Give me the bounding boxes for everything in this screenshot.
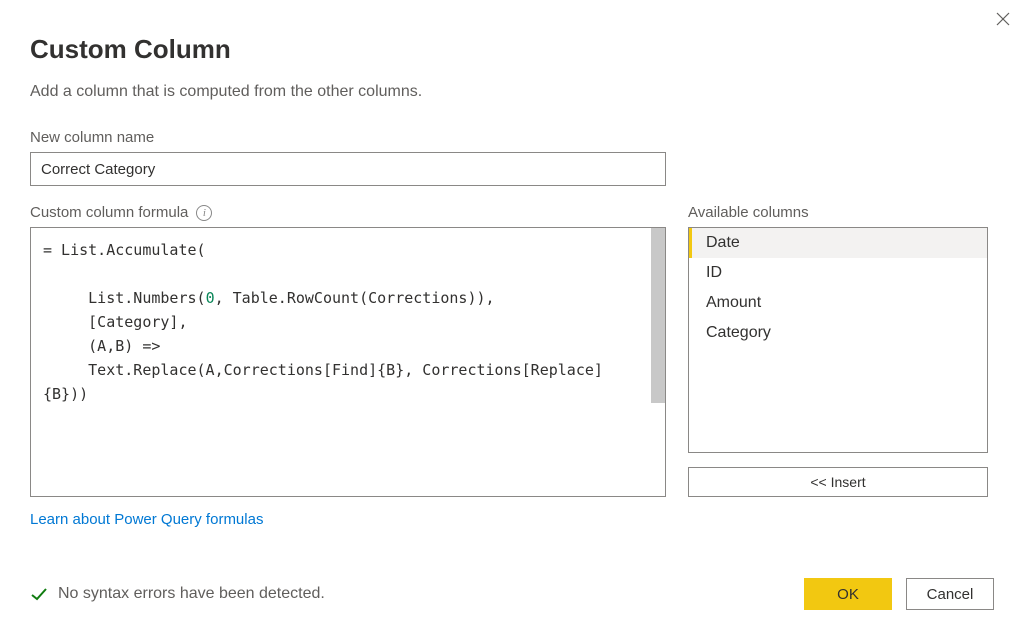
dialog-title: Custom Column [30,34,994,65]
status-text: No syntax errors have been detected. [58,585,325,603]
ok-button[interactable]: OK [804,578,892,610]
new-column-name-label: New column name [30,129,154,146]
check-icon [30,585,48,603]
list-item[interactable]: Date [689,228,987,258]
formula-label: Custom column formula [30,204,188,221]
new-column-name-input[interactable] [30,152,666,186]
list-item[interactable]: Amount [689,288,987,318]
list-item[interactable]: ID [689,258,987,288]
dialog-subtitle: Add a column that is computed from the o… [30,83,994,101]
close-button[interactable] [996,10,1010,31]
learn-link[interactable]: Learn about Power Query formulas [30,511,263,528]
info-icon[interactable]: i [196,205,212,221]
status-bar: No syntax errors have been detected. [30,585,325,603]
scrollbar-thumb[interactable] [651,228,665,403]
available-columns-list: DateIDAmountCategory [688,227,988,453]
list-item[interactable]: Category [689,318,987,348]
available-columns-label: Available columns [688,204,809,221]
formula-scrollbar[interactable] [651,228,665,496]
cancel-button[interactable]: Cancel [906,578,994,610]
insert-button[interactable]: << Insert [688,467,988,497]
formula-editor[interactable]: = List.Accumulate( List.Numbers(0, Table… [30,227,666,497]
